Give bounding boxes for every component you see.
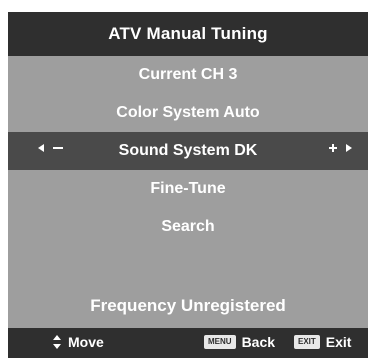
hint-exit: EXIT Exit [294,334,351,350]
hint-back: MENU Back [204,334,275,350]
menu-item-current-ch[interactable]: Current CH 3 [8,56,368,94]
menu-title: ATV Manual Tuning [108,24,268,43]
exit-key-badge: EXIT [294,335,320,349]
menu-item-label: Search [161,218,215,235]
atv-manual-tuning-panel: ATV Manual Tuning Current CH 3 Color Sys… [8,12,368,358]
hint-move: Move [52,334,104,350]
up-down-arrows-icon [52,334,62,350]
menu-item-search[interactable]: Search [8,208,368,246]
hint-exit-label: Exit [325,334,352,350]
menu-item-label: Current CH 3 [138,66,238,83]
menu-item-sound-system[interactable]: Sound System DK [8,132,368,170]
menu-item-label: Fine-Tune [150,180,226,197]
hint-back-label: Back [241,334,276,350]
menu-key-badge: MENU [204,335,236,349]
hint-move-label: Move [68,334,104,350]
menu-item-fine-tune[interactable]: Fine-Tune [8,170,368,208]
menu-item-label: Color System Auto [116,104,260,121]
plus-icon [328,140,338,156]
tuning-status: Frequency Unregistered [90,296,286,315]
menu-item-color-system[interactable]: Color System Auto [8,94,368,132]
menu-item-label: Sound System DK [118,142,258,159]
title-bar: ATV Manual Tuning [8,12,368,56]
right-triangle-icon [344,140,354,156]
increase-control[interactable] [328,140,354,156]
bottom-hints-bar: Move MENU Back EXIT Exit [8,328,368,358]
